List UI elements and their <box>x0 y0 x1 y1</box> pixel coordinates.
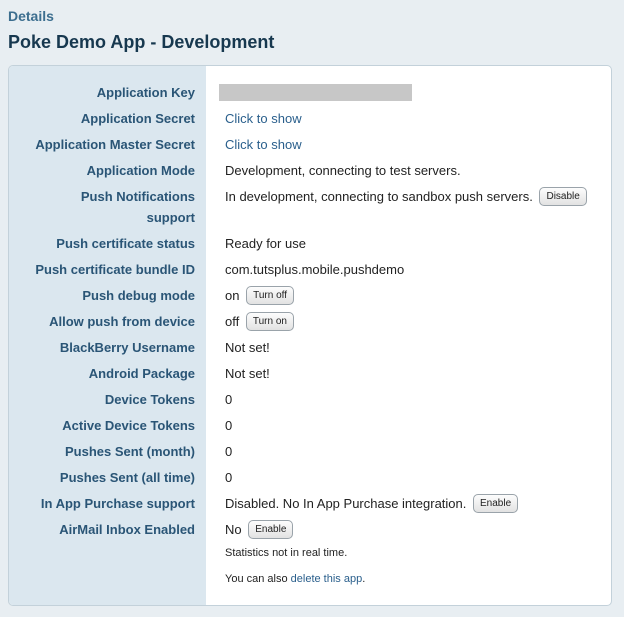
label-pushes-sent-all-time: Pushes Sent (all time) <box>59 470 195 485</box>
pushes-sent-all-time-value: 0 <box>225 470 233 485</box>
application-secret-show-link[interactable]: Click to show <box>225 111 302 126</box>
label-push-notifications: Push Notifications support <box>9 186 195 228</box>
page-title: Poke Demo App - Development <box>8 32 275 52</box>
master-secret-show-link[interactable]: Click to show <box>225 137 302 152</box>
row-pushes-sent-all-time: Pushes Sent (all time) 0 <box>9 467 611 493</box>
label-airmail-inbox: AirMail Inbox Enabled <box>59 522 195 537</box>
push-notifications-value: In development, connecting to sandbox pu… <box>225 189 533 204</box>
label-application-master-secret: Application Master Secret <box>35 137 195 152</box>
application-mode-value: Development, connecting to test servers. <box>225 163 461 178</box>
label-pushes-sent-month: Pushes Sent (month) <box>64 444 195 459</box>
row-application-master-secret: Application Master Secret Click to show <box>9 134 611 160</box>
row-application-mode: Application Mode Development, connecting… <box>9 160 611 186</box>
row-pushes-sent-month: Pushes Sent (month) 0 <box>9 441 611 467</box>
row-push-certificate-status: Push certificate status Ready for use <box>9 233 611 259</box>
row-device-tokens: Device Tokens 0 <box>9 389 611 415</box>
breadcrumb-details[interactable]: Details <box>8 8 54 24</box>
label-device-tokens: Device Tokens <box>104 392 195 407</box>
label-in-app-purchase: In App Purchase support <box>40 496 195 511</box>
turn-on-push-from-device-button[interactable]: Turn on <box>245 312 294 332</box>
statistics-note: Statistics not in real time. <box>225 547 348 559</box>
label-push-debug-mode: Push debug mode <box>82 288 195 303</box>
enable-in-app-purchase-button[interactable]: Enable <box>473 494 519 514</box>
android-package-value: Not set! <box>225 366 270 381</box>
row-push-certificate-bundle-id: Push certificate bundle ID com.tutsplus.… <box>9 259 611 285</box>
row-allow-push-from-device: Allow push from device off Turn on <box>9 311 611 337</box>
row-push-notifications: Push Notifications support In developmen… <box>9 186 611 230</box>
delete-app-prefix: You can also <box>225 573 291 585</box>
push-certificate-bundle-id-value: com.tutsplus.mobile.pushdemo <box>225 262 405 277</box>
row-airmail-inbox: AirMail Inbox Enabled No Enable <box>9 519 611 545</box>
delete-app-link[interactable]: delete this app <box>291 573 363 585</box>
active-device-tokens-value: 0 <box>225 418 233 433</box>
label-active-device-tokens: Active Device Tokens <box>62 418 195 433</box>
delete-app-note: You can also delete this app. <box>225 573 365 585</box>
label-allow-push-from-device: Allow push from device <box>49 314 195 329</box>
in-app-purchase-value: Disabled. No In App Purchase integration… <box>225 496 467 511</box>
delete-app-suffix: . <box>362 573 366 585</box>
blackberry-username-value: Not set! <box>225 340 270 355</box>
row-active-device-tokens: Active Device Tokens 0 <box>9 415 611 441</box>
enable-airmail-inbox-button[interactable]: Enable <box>248 520 294 540</box>
label-android-package: Android Package <box>88 366 195 381</box>
device-tokens-value: 0 <box>225 392 233 407</box>
label-push-certificate-bundle-id: Push certificate bundle ID <box>35 262 195 277</box>
label-application-secret: Application Secret <box>80 111 195 126</box>
label-application-key: Application Key <box>96 85 195 100</box>
row-android-package: Android Package Not set! <box>9 363 611 389</box>
row-in-app-purchase: In App Purchase support Disabled. No In … <box>9 493 611 519</box>
label-push-notifications-line1: Push Notifications <box>80 189 195 204</box>
airmail-inbox-value: No <box>225 522 242 537</box>
disable-push-button[interactable]: Disable <box>539 187 587 207</box>
row-application-secret: Application Secret Click to show <box>9 108 611 134</box>
label-push-certificate-status: Push certificate status <box>56 236 195 251</box>
pushes-sent-month-value: 0 <box>225 444 233 459</box>
allow-push-from-device-value: off <box>225 314 240 329</box>
label-push-notifications-line2: support <box>146 210 195 225</box>
label-blackberry-username: BlackBerry Username <box>59 340 195 355</box>
push-debug-mode-value: on <box>225 288 240 303</box>
application-key-redacted <box>219 84 412 101</box>
label-application-mode: Application Mode <box>86 163 195 178</box>
row-push-debug-mode: Push debug mode on Turn off <box>9 285 611 311</box>
push-certificate-status-value: Ready for use <box>225 236 306 251</box>
turn-off-debug-button[interactable]: Turn off <box>246 286 294 306</box>
details-panel: Application Key Application Secret Click… <box>8 65 612 606</box>
row-blackberry-username: BlackBerry Username Not set! <box>9 337 611 363</box>
